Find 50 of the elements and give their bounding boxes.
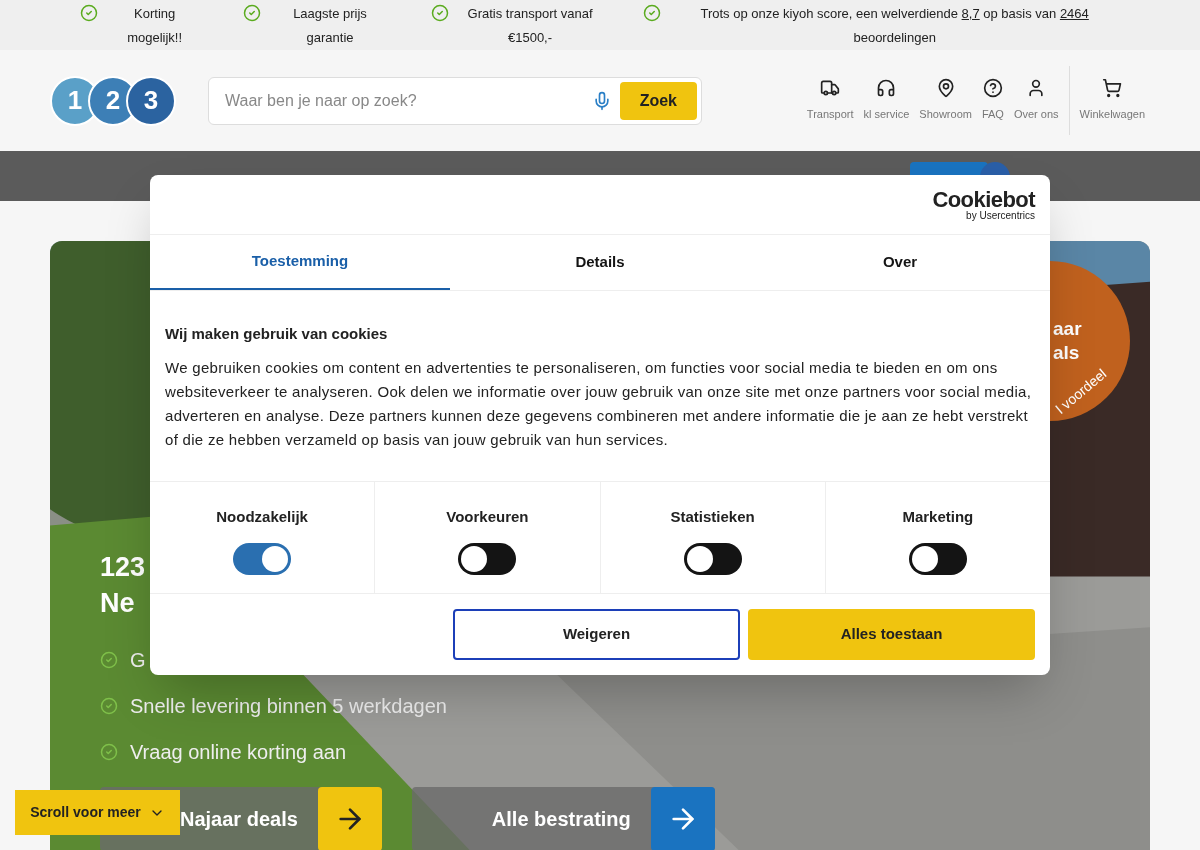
category-label: Statistieken	[670, 507, 755, 527]
hero-bullet: G	[130, 648, 146, 673]
brand-logo: Cookiebot by Usercentrics	[932, 188, 1035, 221]
check-icon	[430, 4, 449, 22]
toggle-switch[interactable]	[233, 542, 292, 575]
consent-button[interactable]: Weigeren	[453, 609, 740, 660]
dialog-heading: Wij maken gebruik van cookies	[165, 324, 389, 344]
check-icon	[100, 651, 118, 669]
check-icon	[80, 4, 98, 22]
toggle-switch[interactable]	[908, 542, 967, 575]
usp-text: Gratis transport vanaf €1500,-	[466, 5, 594, 47]
consent-button[interactable]: Alles toestaan	[748, 609, 1035, 660]
dialog-tab[interactable]: Toestemming	[150, 235, 450, 290]
header-link[interactable]: Showroom	[914, 66, 977, 135]
hero-button[interactable]: Alle bestrating	[411, 787, 715, 850]
badge-text: als	[1053, 341, 1080, 365]
dialog-tab[interactable]: Over	[750, 235, 1050, 290]
category-label: Marketing	[902, 507, 974, 527]
usp-text: Korting mogelijk!!	[126, 5, 184, 47]
search-button[interactable]: Zoek	[619, 81, 697, 120]
check-icon	[100, 743, 118, 761]
cart-icon	[1102, 78, 1123, 99]
header-link[interactable]: Winkelwagen	[1068, 66, 1150, 135]
category-label: Voorkeuren	[446, 507, 529, 527]
dialog-tab[interactable]: Details	[450, 235, 750, 290]
header-link[interactable]: Over ons	[1008, 66, 1064, 135]
dialog-text: We gebruiken cookies om content en advertenties te personaliseren, om functies voor social media te bieden en om ons websiteverkeer te analyseren. Ook delen we informatie over jouw gebruik van onze site met onze partners voor social media, adverteren en analyse. Deze partners kunnen deze gegevens combineren met andere informatie die je aan ze hebt verstrekt of die ze hebben verzameld op basis van jouw gebruik van hun services.	[165, 357, 1033, 450]
help-icon	[982, 78, 1003, 99]
header-link[interactable]: kl service	[858, 66, 915, 135]
badge-text: aar	[1053, 317, 1082, 341]
check-icon	[100, 697, 118, 715]
headset-icon	[876, 78, 897, 99]
category-label: Noodzakelijk	[216, 507, 308, 527]
hero-title: 123	[100, 551, 146, 584]
usp-text: Trots op onze kiyoh score, een welverdiende 8,7 op basis van 2464 beoordelingen	[699, 5, 1090, 47]
header-link[interactable]: FAQ	[976, 66, 1009, 135]
hero-bullet: Snelle levering binnen 5 werkdagen	[130, 694, 447, 719]
check-icon	[243, 4, 262, 22]
scroll-button[interactable]: Scroll voor meer	[15, 790, 180, 835]
header-link[interactable]: Transport	[801, 66, 859, 135]
logo[interactable]: 1 2 3	[50, 75, 176, 126]
toggle-switch[interactable]	[683, 542, 742, 575]
rating-link[interactable]: 2464	[1059, 6, 1089, 21]
check-icon	[643, 4, 662, 22]
hero-title: Ne	[100, 587, 136, 620]
rating-link[interactable]: 8,7	[961, 6, 980, 21]
search-field[interactable]: Waar ben je naar op zoek? Zoek	[208, 76, 702, 125]
usp-text: Laagste prijs garantie	[292, 5, 368, 47]
toggle-switch[interactable]	[458, 542, 517, 575]
hero-bullet: Vraag online korting aan	[130, 740, 347, 765]
